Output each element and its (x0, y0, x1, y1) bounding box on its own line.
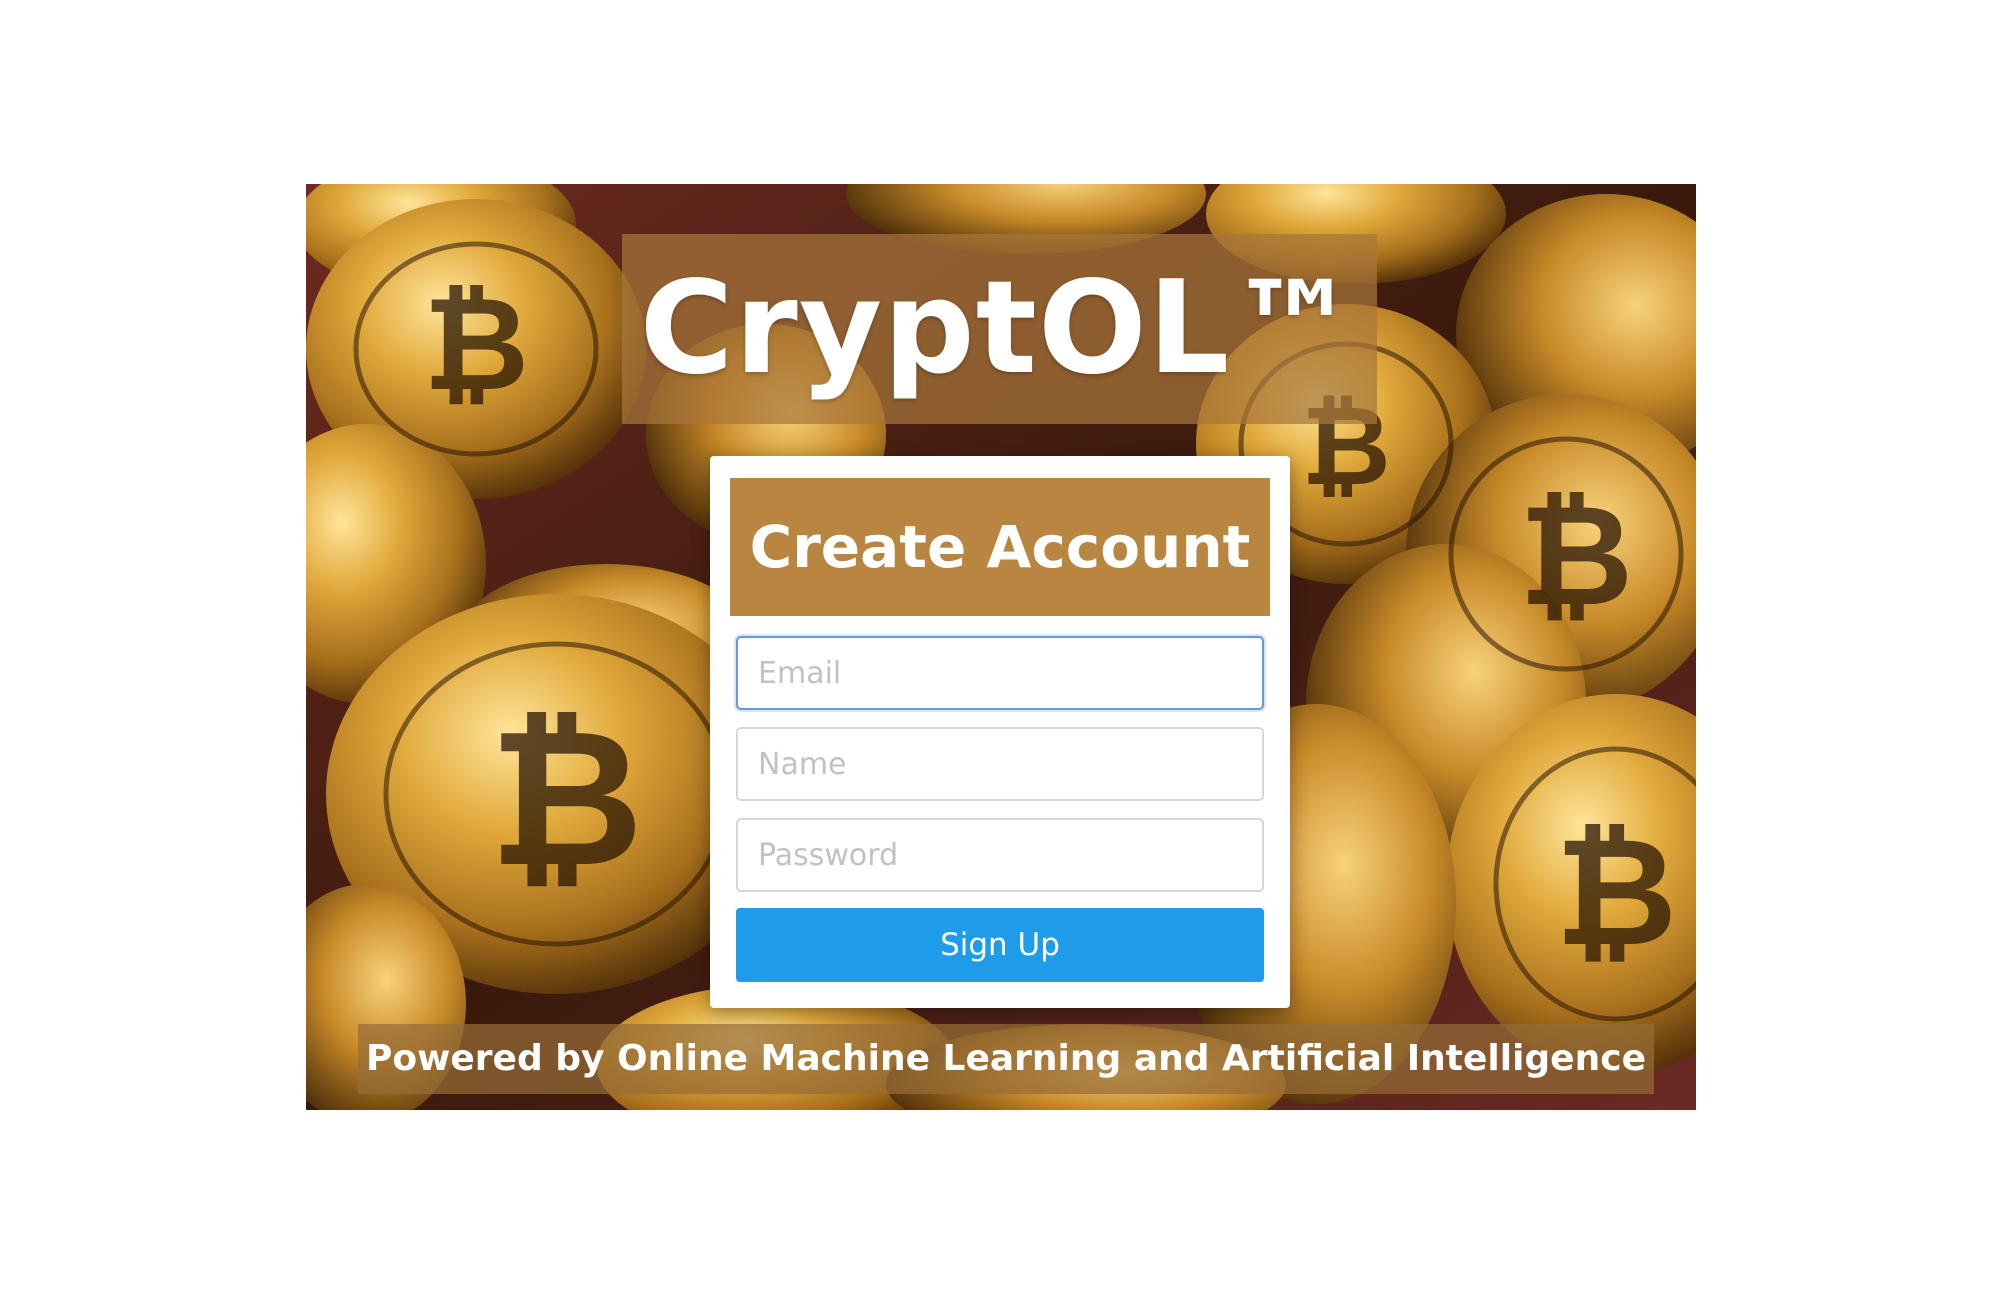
svg-text:₿: ₿ (489, 688, 644, 909)
svg-text:₿: ₿ (423, 268, 529, 420)
password-field[interactable] (736, 818, 1264, 892)
brand-title: CryptOL™ (639, 254, 1360, 403)
signup-title: Create Account (749, 513, 1251, 581)
brand-banner: CryptOL™ (622, 234, 1377, 424)
footer-tagline: Powered by Online Machine Learning and A… (366, 1038, 1646, 1079)
name-field[interactable] (736, 727, 1264, 801)
sign-up-button[interactable]: Sign Up (736, 908, 1264, 982)
svg-text:₿: ₿ (1519, 475, 1633, 638)
hero-panel: ₿ ₿ ₿ ₿ ₿ CryptOL™ Create Account Sign U… (306, 184, 1696, 1110)
svg-text:₿: ₿ (1555, 806, 1677, 980)
signup-card-header: Create Account (730, 478, 1270, 616)
footer-tagline-banner: Powered by Online Machine Learning and A… (358, 1024, 1654, 1094)
email-field[interactable] (736, 636, 1264, 710)
signup-card: Create Account Sign Up (710, 456, 1290, 1008)
